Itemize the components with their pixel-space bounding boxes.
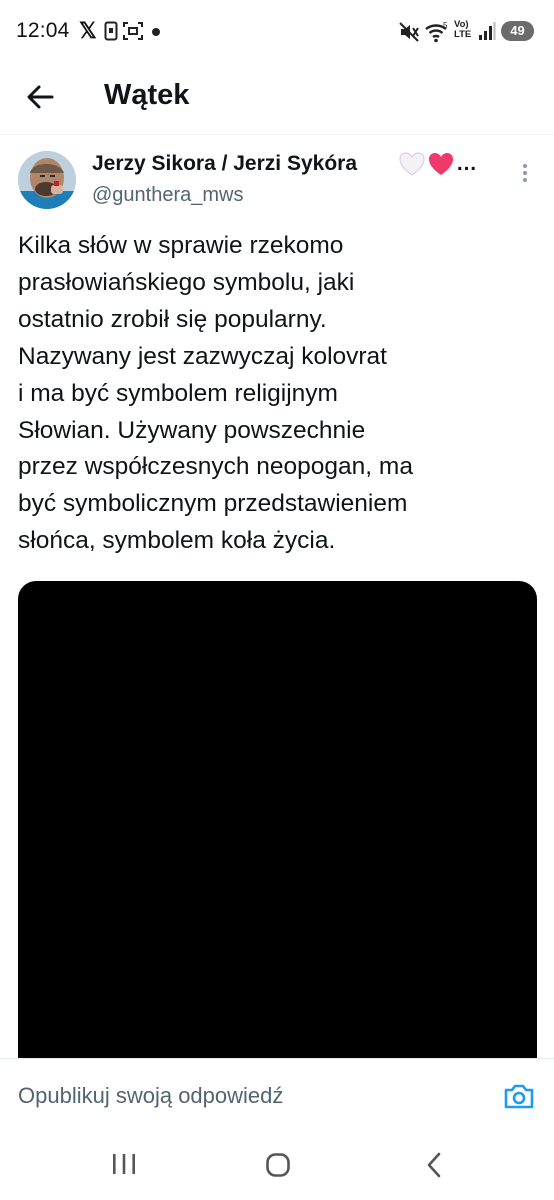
top-app-bar: Wątek	[0, 64, 554, 135]
mute-icon	[399, 22, 419, 42]
notification-dot	[152, 28, 160, 36]
wifi-icon: 5	[425, 21, 448, 43]
author-name-ellipsis: …	[456, 152, 477, 175]
avatar[interactable]	[18, 151, 76, 209]
status-time: 12:04	[16, 19, 70, 42]
sim-icon	[104, 21, 118, 41]
system-nav-bar	[0, 1124, 554, 1200]
x-app-icon: 𝕏	[79, 18, 97, 43]
tweet-line: być symbolicznym przedstawieniem	[18, 490, 408, 518]
tweet-media[interactable]	[18, 581, 537, 1081]
wifi-band-label: 5	[443, 21, 448, 30]
vertical-dots-icon	[523, 164, 527, 168]
reply-input[interactable]: Opublikuj swoją odpowiedź	[18, 1083, 283, 1109]
tweet-line: Kilka słów w sprawie rzekomo	[18, 232, 344, 259]
status-bar: 12:04 𝕏 5 Vo) LTE 49	[0, 0, 554, 64]
tweet-line: słońca, symbolem koła życia.	[18, 527, 336, 555]
more-options-button[interactable]	[516, 164, 534, 186]
volte-indicator: Vo) LTE	[454, 20, 478, 40]
author-name[interactable]: Jerzy Sikora / Jerzi Sykóra	[92, 152, 357, 176]
tweet-line: prasłowiańskiego symbolu, jaki	[18, 268, 355, 296]
lte-label: LTE	[454, 29, 472, 40]
tweet-text: Kilka słów w sprawie rzekomo prasłowiańs…	[18, 228, 538, 560]
arrow-left-icon	[27, 85, 54, 109]
author-handle[interactable]: @gunthera_mws	[92, 184, 243, 207]
back-button[interactable]	[22, 80, 60, 114]
tweet-line: Słowian. Używany powszechnie	[18, 416, 366, 444]
page-title: Wątek	[104, 79, 190, 111]
chevron-left-icon[interactable]	[424, 1152, 444, 1178]
tweet-line: ostatnio zrobił się popularny.	[18, 305, 327, 333]
tweet-line: Nazywany jest zazwyczaj kolovrat	[18, 342, 387, 370]
camera-icon	[504, 1084, 534, 1109]
avatar-image	[18, 151, 76, 209]
heart-emojis-icon	[399, 152, 453, 176]
tweet-line: i ma być symbolem religijnym	[18, 379, 338, 407]
signal-icon	[479, 22, 496, 40]
battery-indicator: 49	[501, 21, 534, 41]
home-icon[interactable]	[265, 1152, 291, 1178]
reply-bar: Opublikuj swoją odpowiedź	[0, 1058, 554, 1125]
recents-icon[interactable]	[111, 1152, 137, 1176]
tweet-line: przez współczesnych neopogan, ma	[18, 453, 413, 481]
camera-button[interactable]	[503, 1082, 535, 1110]
screenshot-icon	[123, 22, 143, 40]
